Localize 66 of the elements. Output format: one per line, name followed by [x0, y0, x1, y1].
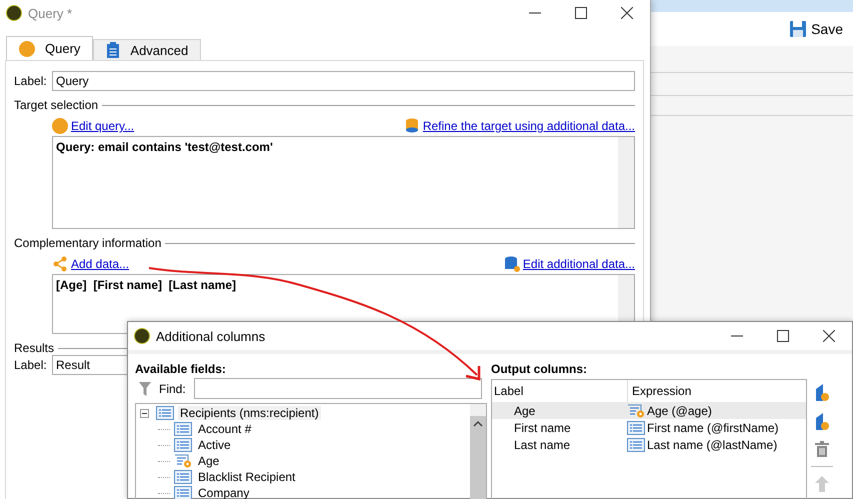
section-heading: Complementary information [14, 236, 162, 250]
tree-item[interactable]: Age [196, 454, 222, 468]
tab[interactable]: Advanced [93, 39, 202, 60]
refine-target-link[interactable]: Refine the target using additional data... [422, 119, 635, 133]
tab[interactable]: Query [6, 36, 94, 60]
window-title: Additional columns [156, 328, 266, 344]
list-icon [174, 486, 192, 499]
find-input[interactable] [194, 378, 482, 399]
output-columns-heading: Output columns: [491, 362, 588, 376]
section-heading: Target selection [14, 98, 98, 112]
edit-additional-data-link[interactable]: Edit additional data... [522, 257, 635, 271]
column-header[interactable]: Label [492, 384, 627, 398]
circle-icon [19, 40, 35, 56]
table-cell-text: Age [513, 404, 536, 418]
field-label: Label: [14, 358, 48, 372]
share-icon [52, 256, 68, 272]
table-row[interactable]: Last name Last name (@lastName) [492, 436, 806, 453]
close-icon[interactable] [621, 7, 633, 19]
database-icon [504, 256, 520, 272]
gear-list-icon [627, 404, 645, 418]
list-icon [627, 438, 645, 452]
section-heading: Results [14, 341, 54, 355]
table-row[interactable]: Age Age (@age) [492, 402, 806, 419]
query-summary-text: Query: email contains 'test@test.com' [56, 140, 273, 154]
scroll-up-icon[interactable] [473, 420, 483, 428]
circle-icon [52, 118, 68, 134]
scrollbar[interactable] [618, 137, 634, 228]
database-icon [404, 118, 420, 134]
edit-column-icon[interactable] [814, 412, 830, 432]
find-label: Find: [159, 382, 186, 396]
save-button[interactable]: Save [787, 18, 845, 40]
filter-icon [139, 382, 151, 396]
gear-list-icon [174, 454, 192, 468]
list-icon [174, 438, 192, 452]
list-icon [174, 470, 192, 484]
close-icon[interactable] [823, 330, 835, 342]
table-cell: First name (@firstName) [647, 420, 779, 434]
edit-query-link[interactable]: Edit query... [71, 119, 134, 133]
table-cell-text: First name [513, 420, 572, 434]
field-label: Label: [14, 74, 48, 88]
app-logo-icon [6, 5, 22, 21]
columns-summary-text: [Age] [First name] [Last name] [56, 278, 236, 292]
save-icon [789, 20, 808, 38]
tree-item[interactable]: Active [196, 438, 233, 452]
table-row[interactable]: First name First name (@firstName) [492, 419, 806, 436]
clipboard-icon [106, 42, 120, 58]
app-logo-icon [134, 328, 150, 344]
list-icon [174, 422, 192, 436]
collapse-toggle-icon[interactable] [140, 408, 149, 418]
add-column-icon[interactable] [814, 383, 830, 403]
window-title: Query * [28, 6, 72, 20]
list-icon [156, 406, 174, 420]
add-data-link[interactable]: Add data... [71, 257, 130, 271]
scrollbar[interactable] [470, 404, 486, 499]
table-cell: Last name (@lastName) [647, 438, 778, 452]
maximize-icon[interactable] [575, 7, 587, 19]
tree-item[interactable]: Blacklist Recipient [196, 470, 298, 484]
label-input[interactable]: Query [52, 71, 635, 91]
tree-item[interactable]: Account # [196, 422, 254, 436]
table-cell-text: Last name [513, 438, 572, 452]
available-fields-heading: Available fields: [135, 362, 227, 376]
table-cell: Age (@age) [647, 404, 712, 418]
list-icon [627, 420, 645, 434]
maximize-icon[interactable] [777, 330, 789, 342]
tree-item[interactable]: Recipients (nms:recipient) [178, 406, 321, 420]
delete-icon[interactable] [815, 441, 829, 457]
